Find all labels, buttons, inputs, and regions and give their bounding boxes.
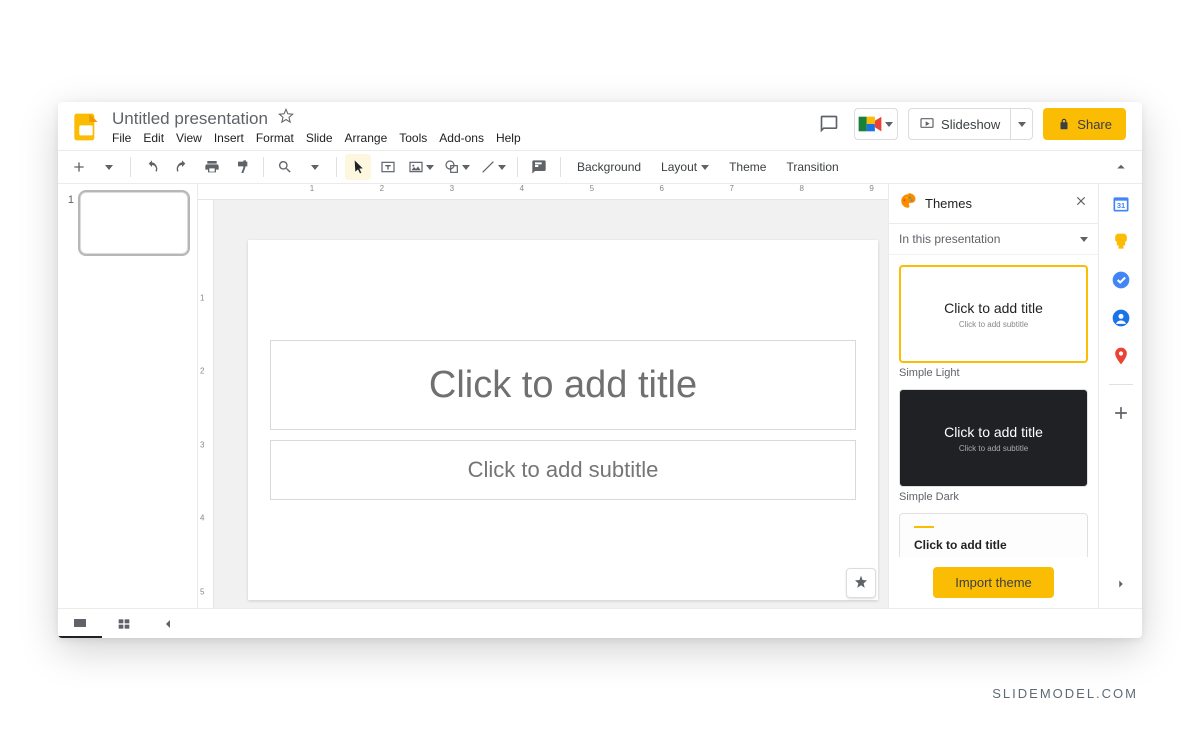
theme-simple-light[interactable]: Click to add title Click to add subtitle (899, 265, 1088, 363)
add-addon-icon[interactable] (1111, 403, 1131, 423)
slide[interactable]: Click to add title Click to add subtitle (248, 240, 878, 600)
themes-section-toggle[interactable]: In this presentation (889, 224, 1098, 255)
background-button[interactable]: Background (569, 154, 649, 180)
redo-button[interactable] (169, 154, 195, 180)
vertical-ruler[interactable]: 1 2 3 4 5 (198, 200, 214, 608)
lock-icon (1057, 117, 1071, 131)
collapse-filmstrip-icon[interactable] (146, 609, 190, 638)
theme-name: Simple Dark (899, 491, 1088, 503)
menu-bar: File Edit View Insert Format Slide Arran… (112, 131, 521, 149)
chevron-down-icon (1018, 122, 1026, 127)
menu-edit[interactable]: Edit (143, 131, 164, 145)
menu-view[interactable]: View (176, 131, 202, 145)
theme-name: Simple Light (899, 367, 1088, 379)
slides-logo[interactable] (68, 109, 104, 145)
comments-icon[interactable] (814, 109, 844, 139)
menu-insert[interactable]: Insert (214, 131, 244, 145)
chevron-down-icon (1080, 237, 1088, 242)
slideshow-label: Slideshow (941, 117, 1000, 132)
grid-view-icon[interactable] (102, 609, 146, 638)
body: 1 1 2 3 4 5 6 7 8 (58, 184, 1142, 608)
themes-title: Themes (925, 196, 1066, 211)
share-label: Share (1077, 117, 1112, 132)
filmstrip-view-icon[interactable] (58, 609, 102, 638)
slideshow-main[interactable]: Slideshow (909, 109, 1010, 139)
doc-title[interactable]: Untitled presentation (112, 109, 268, 129)
app-window: Untitled presentation File Edit View Ins… (58, 102, 1142, 638)
explore-button[interactable] (846, 568, 876, 598)
layout-button[interactable]: Layout (653, 154, 717, 180)
svg-text:31: 31 (1116, 201, 1124, 210)
new-slide-dropdown[interactable] (96, 154, 122, 180)
watermark: SLIDEMODEL.COM (992, 686, 1138, 701)
shape-button[interactable] (441, 154, 473, 180)
menu-tools[interactable]: Tools (399, 131, 427, 145)
import-theme-button[interactable]: Import theme (933, 567, 1054, 598)
meet-button[interactable] (854, 108, 898, 140)
menu-help[interactable]: Help (496, 131, 521, 145)
close-icon[interactable] (1074, 194, 1088, 213)
toolbar: Background Layout Theme Transition (58, 150, 1142, 184)
tasks-icon[interactable] (1111, 270, 1131, 290)
calendar-icon[interactable]: 31 (1111, 194, 1131, 214)
comment-button[interactable] (526, 154, 552, 180)
title-placeholder[interactable]: Click to add title (270, 340, 856, 430)
print-button[interactable] (199, 154, 225, 180)
collapse-toolbar-icon[interactable] (1108, 154, 1134, 180)
menu-file[interactable]: File (112, 131, 131, 145)
slideshow-button: Slideshow (908, 108, 1033, 140)
slideshow-dropdown[interactable] (1010, 109, 1032, 139)
theme-simple-dark[interactable]: Click to add title Click to add subtitle (899, 389, 1088, 487)
canvas[interactable]: Click to add title Click to add subtitle (214, 200, 888, 608)
transition-button[interactable]: Transition (778, 154, 846, 180)
share-button[interactable]: Share (1043, 108, 1126, 140)
textbox-button[interactable] (375, 154, 401, 180)
undo-button[interactable] (139, 154, 165, 180)
palette-icon (899, 192, 917, 215)
hide-sidepanel-icon[interactable] (1114, 577, 1128, 608)
header-bar: Untitled presentation File Edit View Ins… (58, 102, 1142, 150)
theme-button[interactable]: Theme (721, 154, 774, 180)
theme-streamline[interactable]: Click to add title Click to add subtitle (899, 513, 1088, 557)
editor: 1 2 3 4 5 6 7 8 9 1 2 3 (198, 184, 888, 608)
menu-addons[interactable]: Add-ons (439, 131, 484, 145)
slide-thumb-1[interactable]: 1 (64, 192, 191, 254)
keep-icon[interactable] (1111, 232, 1131, 252)
maps-icon[interactable] (1111, 346, 1131, 366)
contacts-icon[interactable] (1111, 308, 1131, 328)
footer (58, 608, 1142, 638)
zoom-button[interactable] (272, 154, 298, 180)
chevron-down-icon (885, 122, 893, 127)
zoom-dropdown[interactable] (302, 154, 328, 180)
themes-panel: Themes In this presentation Click to add… (888, 184, 1098, 608)
line-button[interactable] (477, 154, 509, 180)
menu-slide[interactable]: Slide (306, 131, 333, 145)
menu-format[interactable]: Format (256, 131, 294, 145)
thumbnail[interactable] (80, 192, 188, 254)
select-tool[interactable] (345, 154, 371, 180)
star-icon[interactable] (278, 108, 294, 129)
image-button[interactable] (405, 154, 437, 180)
menu-arrange[interactable]: Arrange (345, 131, 388, 145)
new-slide-button[interactable] (66, 154, 92, 180)
filmstrip: 1 (58, 184, 198, 608)
side-panel: 31 (1098, 184, 1142, 608)
horizontal-ruler[interactable]: 1 2 3 4 5 6 7 8 9 (198, 184, 888, 200)
paint-format-button[interactable] (229, 154, 255, 180)
subtitle-placeholder[interactable]: Click to add subtitle (270, 440, 856, 500)
